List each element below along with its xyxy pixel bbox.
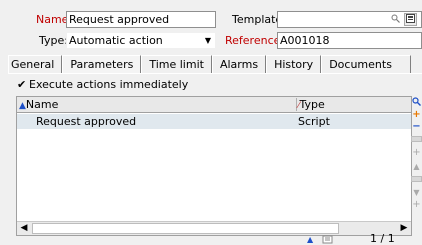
chevron-down-icon[interactable]: ▼ (203, 33, 213, 48)
column-label: Name (25, 98, 59, 111)
tab-label: History (274, 58, 314, 71)
add-small-icon[interactable]: + (411, 200, 422, 210)
execute-immediately-checkbox[interactable]: ✔ (17, 79, 28, 90)
tab-bar: General Parameters Time limit Alarms His… (8, 55, 411, 74)
details-icon[interactable] (404, 13, 417, 26)
tab-documents[interactable]: Documents (321, 55, 411, 74)
scroll-right-icon[interactable]: ▶ (397, 222, 411, 235)
page-count: 1 / 1 (370, 232, 395, 245)
minus-icon[interactable]: − (411, 122, 422, 132)
cell-type: Script (298, 115, 330, 128)
type-label: Type: (39, 34, 68, 47)
status-bar: ▲ 1 / 1 (0, 232, 422, 245)
name-field[interactable]: Request approved (66, 11, 216, 28)
sort-ascending-icon: ▲ (19, 101, 26, 111)
zoom-icon[interactable] (389, 13, 402, 26)
tab-general[interactable]: General (8, 55, 63, 74)
tab-time-limit[interactable]: Time limit (141, 55, 212, 74)
column-header-type[interactable]: ⁄Type (298, 97, 408, 112)
parameters-list: ▲Name ⁄Type Request approved Script ◀ ▶ (16, 96, 412, 236)
reference-value: A001018 (280, 34, 330, 47)
list-toolbar: + − + ▲ ▼ + (411, 96, 422, 236)
column-label: Type (299, 98, 325, 111)
tab-parameters[interactable]: Parameters (62, 55, 142, 74)
name-value: Request approved (69, 13, 170, 26)
magnifier-icon[interactable] (411, 97, 422, 107)
tab-label: Alarms (219, 58, 259, 71)
reference-label: Reference: (225, 34, 285, 47)
plus-icon[interactable]: + (411, 110, 422, 120)
type-select[interactable]: Automatic action ▼ (66, 32, 216, 49)
toolbar-separator (411, 176, 422, 182)
move-up-icon[interactable]: ▲ (411, 162, 422, 172)
column-header-name[interactable]: ▲Name (19, 97, 295, 112)
execute-immediately-label: Execute actions immediately (29, 78, 189, 91)
tab-label: Parameters (70, 58, 134, 71)
table-row[interactable]: Request approved Script (17, 114, 411, 129)
tab-alarms[interactable]: Alarms (211, 55, 267, 74)
add-small-icon[interactable]: + (411, 148, 422, 158)
list-header: ▲Name ⁄Type (17, 97, 411, 113)
scroll-left-icon[interactable]: ◀ (17, 222, 31, 235)
tab-label: Time limit (149, 58, 204, 71)
type-value: Automatic action (69, 34, 163, 47)
horizontal-scrollbar[interactable]: ◀ ▶ (17, 221, 411, 235)
tab-divider (8, 73, 422, 74)
list-icon[interactable] (322, 234, 334, 245)
toolbar-separator (411, 136, 422, 142)
column-divider[interactable] (296, 98, 297, 111)
tab-label: General (11, 58, 55, 71)
sort-ascending-icon[interactable]: ▲ (307, 235, 313, 244)
move-down-icon[interactable]: ▼ (411, 188, 422, 198)
tab-history[interactable]: History (266, 55, 322, 74)
template-field[interactable] (277, 11, 422, 28)
cell-name: Request approved (36, 115, 137, 128)
reference-field[interactable]: A001018 (277, 32, 422, 49)
tab-label: Documents (329, 58, 392, 71)
scroll-thumb[interactable] (32, 223, 339, 234)
